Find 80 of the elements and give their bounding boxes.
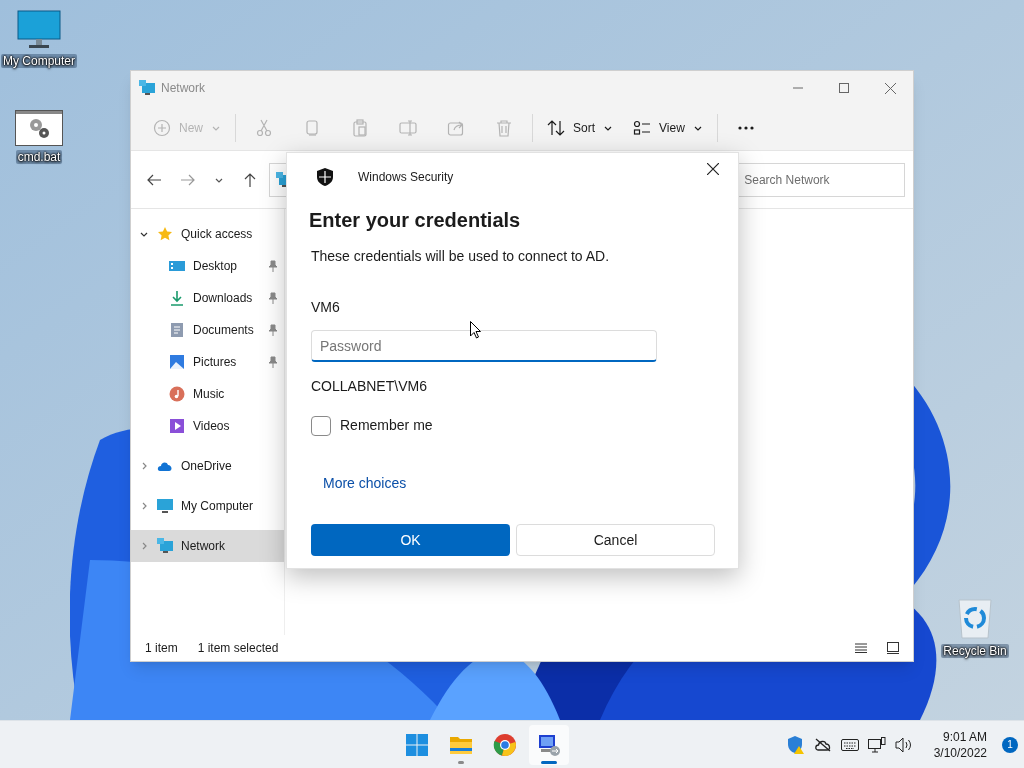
item-count: 1 item	[145, 640, 178, 657]
windows-logo-icon	[405, 732, 430, 757]
pin-icon	[268, 292, 278, 304]
dialog-message: These credentials will be used to connect to AD.	[311, 247, 611, 266]
network-icon[interactable]	[867, 736, 886, 753]
domain-label: COLLABNET\VM6	[311, 377, 428, 396]
nav-item[interactable]: Videos	[131, 410, 284, 442]
image-icon	[169, 354, 185, 370]
ok-button[interactable]: OK	[311, 524, 510, 556]
maximize-icon	[839, 83, 849, 93]
browser-icon	[493, 732, 518, 757]
document-icon	[169, 322, 185, 338]
details-view-icon[interactable]	[855, 643, 867, 653]
nav-item-label: Network	[181, 538, 226, 555]
nav-item-label: Desktop	[193, 258, 239, 275]
remember-label: Remember me	[340, 416, 433, 435]
nav-item-label: Quick access	[181, 226, 254, 243]
toolbar-button[interactable]: View	[625, 110, 711, 145]
nav-item[interactable]: My Computer	[131, 490, 284, 522]
minimize-icon	[793, 87, 803, 89]
nav-item-label: Pictures	[193, 354, 238, 371]
nav-item-label: Documents	[193, 322, 255, 339]
back-arrow-icon	[146, 173, 161, 186]
star-icon	[157, 226, 173, 242]
clock[interactable]: 9:01 AM 3/10/2022	[933, 728, 987, 761]
dialog-header: Windows Security	[358, 169, 455, 186]
download-icon	[169, 290, 185, 306]
username-label: VM6	[311, 298, 341, 317]
window-title: Network	[161, 80, 206, 97]
running-indicator	[541, 760, 558, 764]
nav-item-label: Downloads	[193, 290, 254, 307]
password-field[interactable]: Password	[311, 330, 657, 362]
cloud-offline-icon[interactable]	[813, 737, 832, 752]
nav-item[interactable]: Quick access	[131, 218, 284, 250]
network-icon	[139, 80, 155, 96]
view-icon	[633, 118, 652, 137]
dialog-title: Enter your credentials	[309, 210, 522, 230]
pin-icon	[268, 356, 278, 368]
mouse-pointer-icon	[470, 321, 481, 339]
nav-item-label: My Computer	[181, 498, 255, 515]
taskbar-app[interactable]	[529, 724, 570, 765]
sort-icon	[547, 118, 565, 137]
nav-item[interactable]: Network	[131, 530, 284, 562]
nav-item[interactable]: OneDrive	[131, 450, 284, 482]
remote-desktop-icon	[537, 732, 562, 757]
shield-icon	[317, 168, 333, 186]
tiles-view-icon[interactable]	[887, 642, 899, 654]
toolbar-button[interactable]: Sort	[539, 110, 622, 145]
desktop-icon	[169, 258, 185, 274]
nav-item[interactable]: Pictures	[131, 346, 284, 378]
close-icon	[707, 163, 719, 175]
shield-warning-icon[interactable]	[786, 735, 805, 754]
remember-checkbox[interactable]	[311, 415, 331, 436]
nav-item-label: Music	[193, 386, 226, 403]
pin-icon	[268, 260, 278, 272]
more-choices-link[interactable]: More choices	[323, 473, 407, 494]
running-indicator	[458, 760, 465, 764]
plus-circle-icon	[153, 118, 171, 137]
pin-icon	[268, 324, 278, 336]
nav-item[interactable]: Downloads	[131, 282, 284, 314]
nav-item-label: Videos	[193, 418, 231, 435]
nav-item[interactable]: Music	[131, 378, 284, 410]
close-icon	[884, 82, 896, 94]
keyboard-icon[interactable]	[840, 738, 859, 751]
cancel-button[interactable]: Cancel	[516, 524, 715, 556]
volume-icon[interactable]	[894, 736, 913, 753]
selection-count: 1 item selected	[197, 640, 280, 657]
video-icon	[169, 418, 185, 434]
recycle-bin-icon	[957, 598, 993, 640]
nav-item[interactable]: Desktop	[131, 250, 284, 282]
gears-icon	[15, 110, 63, 146]
notification-count[interactable]: 1	[1002, 736, 1018, 753]
music-icon	[169, 386, 185, 402]
nav-item[interactable]: Documents	[131, 314, 284, 346]
up-arrow-icon	[243, 172, 256, 187]
nav-item-label: OneDrive	[181, 458, 233, 475]
network-icon	[157, 538, 173, 554]
monitor-icon	[157, 498, 173, 514]
forward-arrow-icon	[180, 173, 195, 186]
monitor-icon	[17, 10, 61, 50]
